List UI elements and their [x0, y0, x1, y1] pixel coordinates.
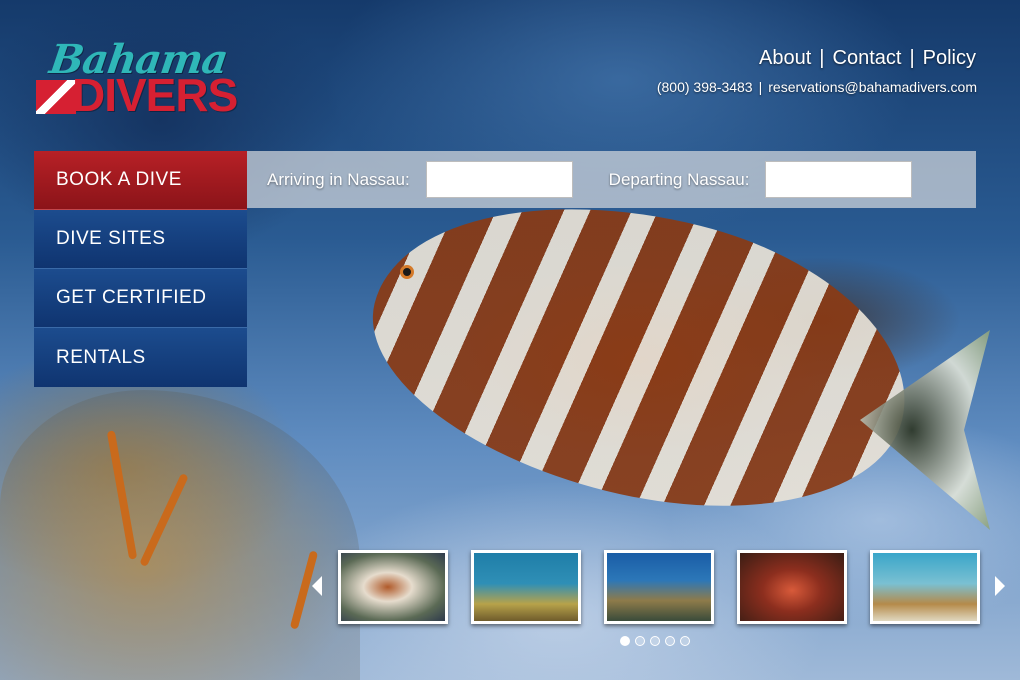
nav-link-about[interactable]: About [759, 47, 811, 70]
top-nav: About | Contact | Policy [759, 47, 976, 70]
menu-item-book-a-dive[interactable]: BOOK A DIVE [34, 151, 247, 210]
phone-number[interactable]: (800) 398-3483 [657, 79, 753, 95]
main-menu: BOOK A DIVE DIVE SITES GET CERTIFIED REN… [34, 151, 247, 387]
dive-flag-icon [36, 80, 76, 114]
departing-label: Departing Nassau: [608, 169, 750, 189]
gallery-thumbnail[interactable] [471, 550, 581, 624]
logo-word-text: DIVERS [72, 69, 238, 121]
contact-separator: | [758, 79, 763, 95]
email-link[interactable]: reservations@bahamadivers.com [768, 79, 977, 95]
departing-date-input[interactable] [765, 161, 913, 198]
nav-link-contact[interactable]: Contact [833, 47, 902, 70]
pagination-dot[interactable] [665, 636, 675, 646]
menu-item-dive-sites[interactable]: DIVE SITES [34, 210, 247, 269]
nav-link-policy[interactable]: Policy [923, 47, 976, 70]
chevron-left-icon[interactable] [312, 576, 322, 596]
arriving-label: Arriving in Nassau: [267, 169, 410, 189]
pagination-dot[interactable] [680, 636, 690, 646]
gallery-pagination [620, 636, 690, 646]
nav-separator: | [819, 47, 825, 69]
contact-info: (800) 398-3483 | reservations@bahamadive… [657, 79, 977, 95]
pagination-dot[interactable] [650, 636, 660, 646]
arriving-date-input[interactable] [425, 161, 573, 198]
gallery-thumbnail[interactable] [338, 550, 448, 624]
bahama-divers-logo[interactable]: Bahama DIVERS [36, 36, 251, 118]
gallery-thumbnail[interactable] [737, 550, 847, 624]
gallery-thumbnail[interactable] [870, 550, 980, 624]
thumbnail-gallery [310, 550, 1010, 626]
grouper-fish-eye [400, 265, 414, 279]
menu-item-rentals[interactable]: RENTALS [34, 328, 247, 387]
pagination-dot[interactable] [620, 636, 630, 646]
menu-item-get-certified[interactable]: GET CERTIFIED [34, 269, 247, 328]
chevron-right-icon[interactable] [995, 576, 1005, 596]
booking-bar: Arriving in Nassau: Departing Nassau: [247, 151, 976, 208]
gallery-thumbnail[interactable] [604, 550, 714, 624]
nav-separator: | [909, 47, 915, 69]
pagination-dot[interactable] [635, 636, 645, 646]
